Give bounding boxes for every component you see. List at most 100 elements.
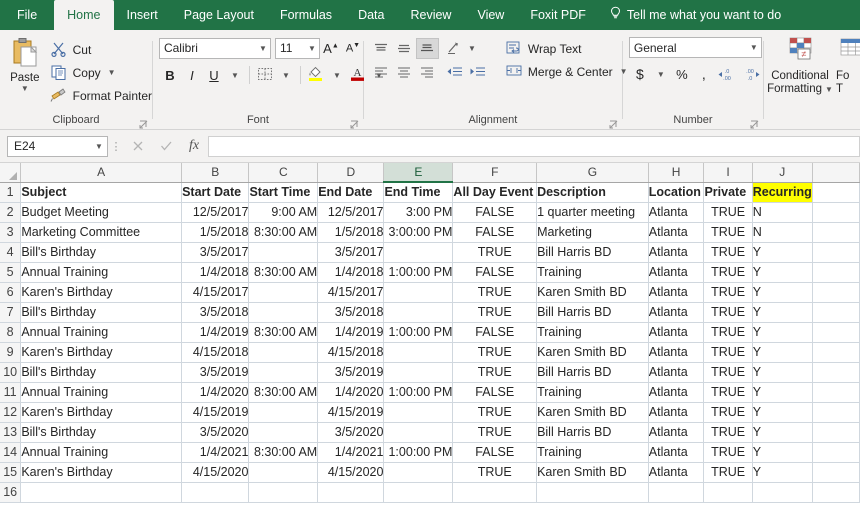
cell-B3[interactable]: 1/5/2018 — [182, 222, 249, 242]
chevron-down-icon[interactable]: ▼ — [825, 85, 833, 94]
header-cell-I1[interactable]: Private — [704, 182, 752, 202]
increase-indent-button[interactable] — [466, 61, 489, 82]
column-header-A[interactable]: A — [21, 163, 182, 182]
cell-A3[interactable]: Marketing Committee — [21, 222, 182, 242]
cell-E6[interactable] — [384, 282, 453, 302]
header-cell-F1[interactable]: All Day Event — [453, 182, 537, 202]
cell-A2[interactable]: Budget Meeting — [21, 202, 182, 222]
cell-I9[interactable]: TRUE — [704, 342, 752, 362]
row-header-9[interactable]: 9 — [0, 342, 21, 362]
ribbon-tab-foxit-pdf[interactable]: Foxit PDF — [517, 0, 599, 30]
cell-A6[interactable]: Karen's Birthday — [21, 282, 182, 302]
cell-B12[interactable]: 4/15/2019 — [182, 402, 249, 422]
cell-H9[interactable]: Atlanta — [648, 342, 704, 362]
row-header-3[interactable]: 3 — [0, 222, 21, 242]
cell-H11[interactable]: Atlanta — [648, 382, 704, 402]
cell-J4[interactable]: Y — [752, 242, 812, 262]
cell-J13[interactable]: Y — [752, 422, 812, 442]
comma-format-button[interactable]: , — [693, 63, 715, 85]
cell-D15[interactable]: 4/15/2020 — [318, 462, 384, 482]
cell-H7[interactable]: Atlanta — [648, 302, 704, 322]
empty-cell[interactable] — [812, 182, 859, 202]
empty-cell[interactable] — [812, 322, 859, 342]
cell-G6[interactable]: Karen Smith BD — [537, 282, 649, 302]
cell-B8[interactable]: 1/4/2019 — [182, 322, 249, 342]
cell-C7[interactable] — [249, 302, 318, 322]
cell-J8[interactable]: Y — [752, 322, 812, 342]
cell-J14[interactable]: Y — [752, 442, 812, 462]
cell-A5[interactable]: Annual Training — [21, 262, 182, 282]
cell-A15[interactable]: Karen's Birthday — [21, 462, 182, 482]
row-header-12[interactable]: 12 — [0, 402, 21, 422]
ribbon-tab-page-layout[interactable]: Page Layout — [171, 0, 267, 30]
cell-B11[interactable]: 1/4/2020 — [182, 382, 249, 402]
empty-cell[interactable] — [812, 302, 859, 322]
header-cell-H1[interactable]: Location — [648, 182, 704, 202]
orientation-button[interactable] — [443, 38, 466, 59]
wrap-text-button[interactable]: Wrap Text — [505, 37, 628, 60]
cell-G16[interactable] — [537, 482, 649, 502]
decrease-decimal-button[interactable]: .00.0 — [739, 63, 763, 85]
cell-I11[interactable]: TRUE — [704, 382, 752, 402]
cell-C11[interactable]: 8:30:00 AM — [249, 382, 318, 402]
cell-F8[interactable]: FALSE — [453, 322, 537, 342]
cell-C12[interactable] — [249, 402, 318, 422]
cell-G8[interactable]: Training — [537, 322, 649, 342]
header-cell-A1[interactable]: Subject — [21, 182, 182, 202]
cell-G4[interactable]: Bill Harris BD — [537, 242, 649, 262]
header-cell-B1[interactable]: Start Date — [182, 182, 249, 202]
cell-F16[interactable] — [453, 482, 537, 502]
empty-cell[interactable] — [812, 262, 859, 282]
underline-button[interactable]: U — [203, 64, 225, 86]
header-cell-E1[interactable]: End Time — [384, 182, 453, 202]
column-header-B[interactable]: B — [182, 163, 249, 182]
empty-cell[interactable] — [812, 242, 859, 262]
cut-button[interactable]: Cut — [50, 38, 152, 61]
ribbon-tab-file[interactable]: File — [0, 0, 54, 30]
cell-A14[interactable]: Annual Training — [21, 442, 182, 462]
cell-A4[interactable]: Bill's Birthday — [21, 242, 182, 262]
row-header-1[interactable]: 1 — [0, 182, 21, 202]
paste-button[interactable]: Paste ▼ — [0, 35, 50, 92]
cell-B10[interactable]: 3/5/2019 — [182, 362, 249, 382]
cell-J6[interactable]: Y — [752, 282, 812, 302]
increase-font-size-button[interactable]: A▲ — [320, 37, 342, 59]
increase-decimal-button[interactable]: .0.00 — [715, 63, 739, 85]
cell-J10[interactable]: Y — [752, 362, 812, 382]
cell-E10[interactable] — [384, 362, 453, 382]
align-left-button[interactable] — [370, 61, 393, 82]
empty-cell[interactable] — [812, 202, 859, 222]
cell-H10[interactable]: Atlanta — [648, 362, 704, 382]
alignment-dialog-launcher[interactable] — [609, 119, 618, 128]
cell-D14[interactable]: 1/4/2021 — [318, 442, 384, 462]
cell-H6[interactable]: Atlanta — [648, 282, 704, 302]
cell-D2[interactable]: 12/5/2017 — [318, 202, 384, 222]
cell-B13[interactable]: 3/5/2020 — [182, 422, 249, 442]
empty-cell[interactable] — [812, 442, 859, 462]
format-painter-button[interactable]: Format Painter — [50, 84, 152, 107]
cell-A13[interactable]: Bill's Birthday — [21, 422, 182, 442]
cancel-button[interactable] — [124, 136, 152, 157]
cell-I5[interactable]: TRUE — [704, 262, 752, 282]
cell-B2[interactable]: 12/5/2017 — [182, 202, 249, 222]
cell-F4[interactable]: TRUE — [453, 242, 537, 262]
empty-cell[interactable] — [812, 382, 859, 402]
cell-D8[interactable]: 1/4/2019 — [318, 322, 384, 342]
align-right-button[interactable] — [416, 61, 439, 82]
cell-C16[interactable] — [249, 482, 318, 502]
cell-F6[interactable]: TRUE — [453, 282, 537, 302]
ribbon-tab-view[interactable]: View — [464, 0, 517, 30]
align-middle-button[interactable] — [393, 38, 416, 59]
cell-F15[interactable]: TRUE — [453, 462, 537, 482]
cell-B4[interactable]: 3/5/2017 — [182, 242, 249, 262]
row-header-16[interactable]: 16 — [0, 482, 21, 502]
clipboard-dialog-launcher[interactable] — [139, 119, 148, 128]
cell-I13[interactable]: TRUE — [704, 422, 752, 442]
cell-E2[interactable]: 3:00 PM — [384, 202, 453, 222]
cell-G7[interactable]: Bill Harris BD — [537, 302, 649, 322]
borders-caret[interactable]: ▼ — [276, 64, 296, 86]
empty-cell[interactable] — [812, 482, 859, 502]
empty-cell[interactable] — [812, 362, 859, 382]
cell-E12[interactable] — [384, 402, 453, 422]
cell-D13[interactable]: 3/5/2020 — [318, 422, 384, 442]
